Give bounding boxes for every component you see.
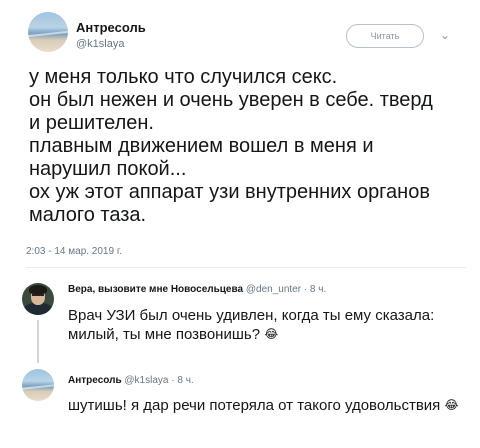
reply-author-name[interactable]: Вера, вызовите мне Новосельцева bbox=[68, 284, 243, 295]
tears-of-joy-emoji: 😂 bbox=[264, 327, 279, 341]
reply-text-line: милый, ты мне позвонишь? 😂 bbox=[68, 325, 434, 344]
avatar-hair bbox=[29, 285, 47, 294]
tweet-text: у меня только что случился секс. он был … bbox=[29, 66, 469, 227]
author-name[interactable]: Антресоль bbox=[76, 20, 146, 35]
divider bbox=[26, 267, 466, 268]
reply-text: Врач УЗИ был очень удивлен, когда ты ему… bbox=[68, 307, 434, 344]
chevron-down-icon[interactable]: ⌄ bbox=[440, 28, 450, 42]
reply-avatar[interactable] bbox=[22, 283, 54, 315]
reply-text: шутишь! я дар речи потеряла от такого уд… bbox=[68, 396, 459, 415]
tweet-text-line: малого таза. bbox=[29, 204, 147, 226]
tweet-text-line: и решителен. bbox=[29, 112, 154, 134]
reply-header: Антресоль @k1slaya · 8 ч. bbox=[68, 375, 194, 386]
tweet-text-line: он был нежен и очень уверен в себе. твер… bbox=[29, 89, 433, 111]
tears-of-joy-emoji: 😂 bbox=[444, 398, 459, 412]
tweet-text-line: нарушил покой... bbox=[29, 158, 187, 180]
reply-text-line: шутишь! я дар речи потеряла от такого уд… bbox=[68, 396, 459, 415]
follow-button[interactable]: Читать bbox=[346, 24, 424, 48]
reply-text-line-content: милый, ты мне позвонишь? bbox=[68, 326, 261, 343]
thread-line bbox=[37, 320, 39, 363]
author-avatar[interactable] bbox=[28, 12, 68, 52]
tweet-text-line: у меня только что случился секс. bbox=[29, 66, 338, 88]
tweet-text-line: ох уж этот аппарат узи внутренних органо… bbox=[29, 181, 430, 203]
tweet-text-line: плавным движением вошел в меня и bbox=[29, 135, 374, 157]
reply-avatar[interactable] bbox=[22, 369, 54, 401]
reply-meta[interactable]: @k1slaya · 8 ч. bbox=[124, 375, 193, 386]
tweet-timestamp[interactable]: 2:03 - 14 мар. 2019 г. bbox=[26, 246, 122, 257]
avatar-glasses bbox=[32, 294, 44, 297]
reply-meta[interactable]: @den_unter · 8 ч. bbox=[246, 284, 326, 295]
reply-header: Вера, вызовите мне Новосельцева @den_unt… bbox=[68, 284, 326, 295]
author-handle[interactable]: @k1slaya bbox=[76, 38, 124, 50]
reply-author-name[interactable]: Антресоль bbox=[68, 375, 122, 386]
reply-text-line: Врач УЗИ был очень удивлен, когда ты ему… bbox=[68, 307, 435, 324]
reply-text-line-content: шутишь! я дар речи потеряла от такого уд… bbox=[68, 397, 441, 414]
